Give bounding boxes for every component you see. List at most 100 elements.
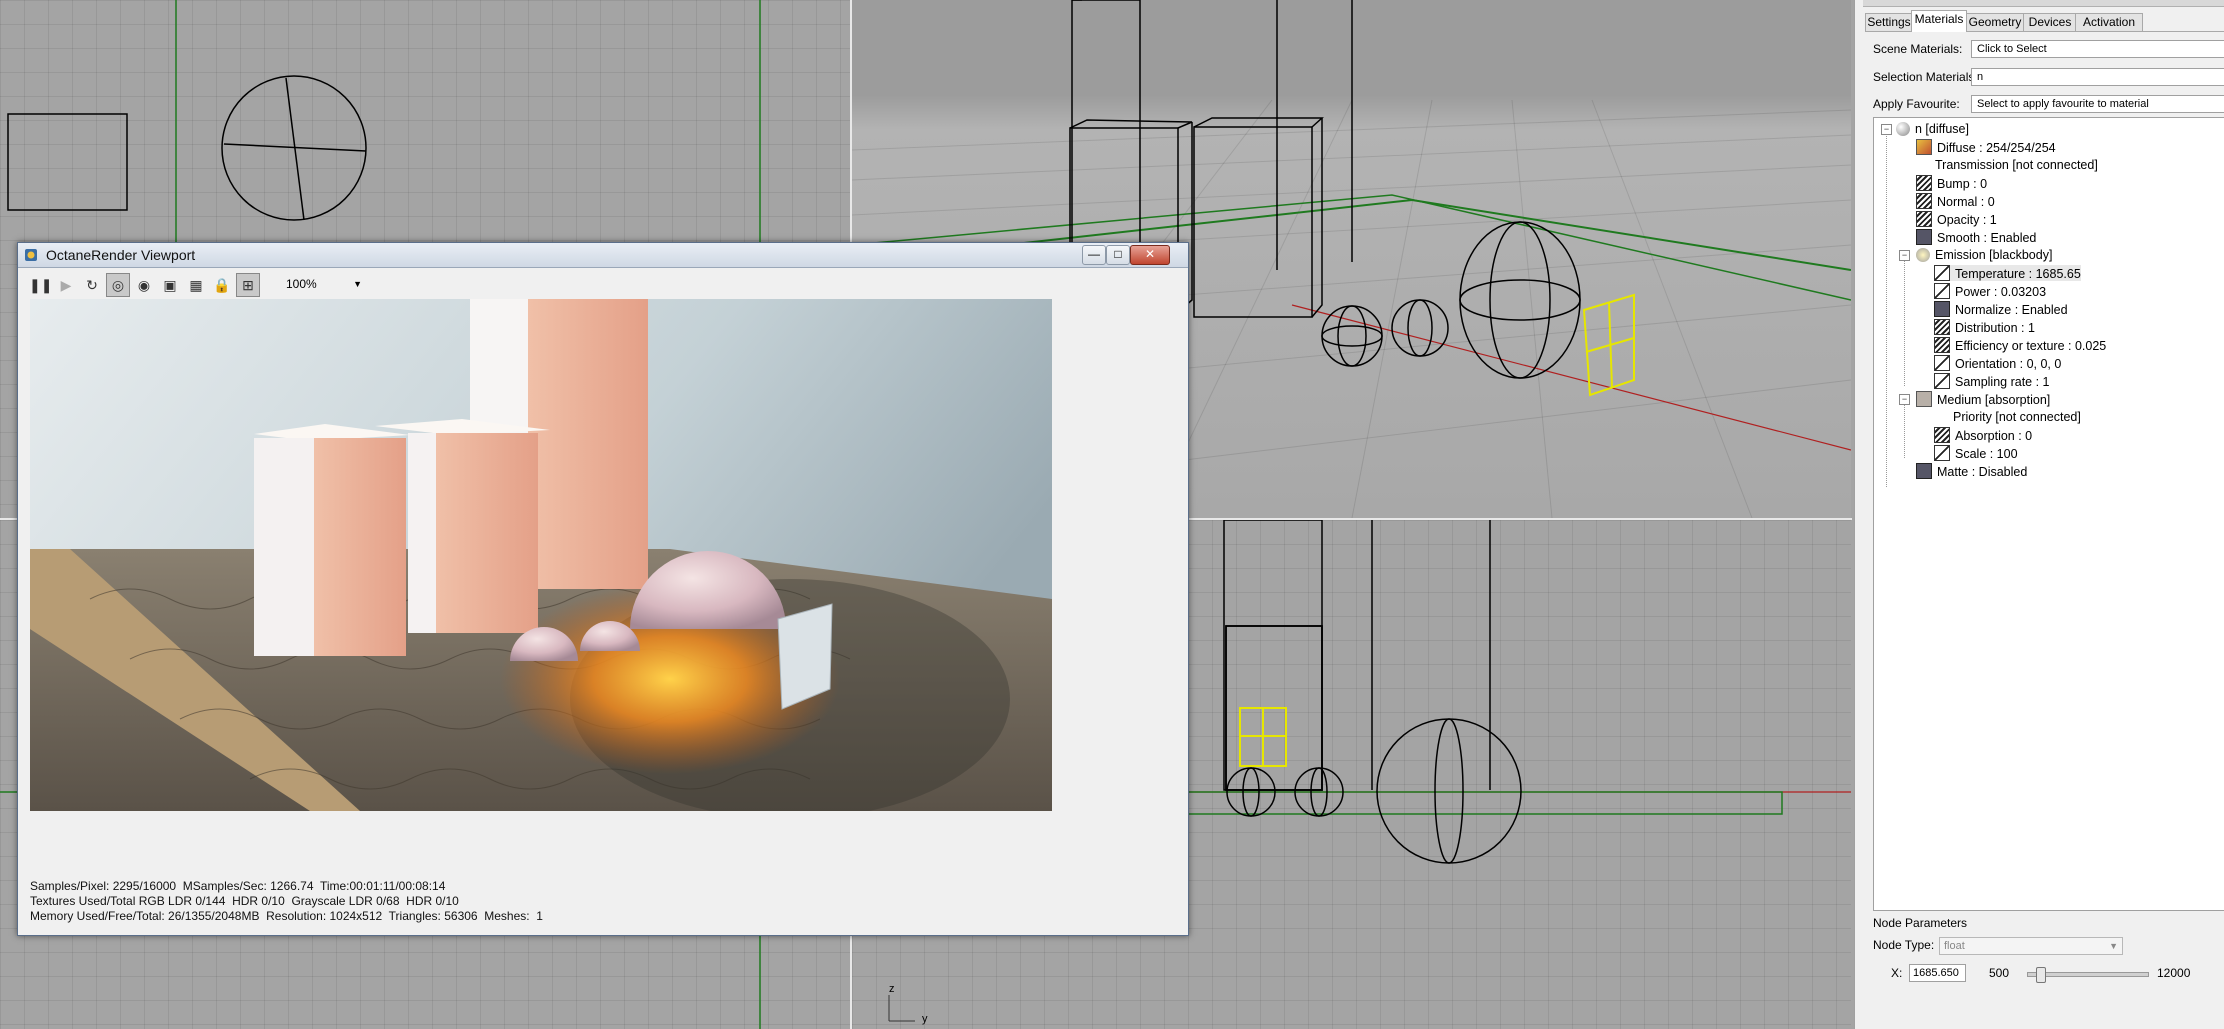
- fit-button[interactable]: ⊞: [236, 273, 260, 297]
- tree-item-temperature[interactable]: Temperature : 1685.65: [1934, 265, 2081, 281]
- scene-materials-label: Scene Materials:: [1873, 42, 1963, 56]
- x-value-slider[interactable]: [2027, 967, 2149, 983]
- selection-materials-label: Selection Materials:: [1873, 70, 1978, 84]
- float-value-icon: [1934, 373, 1950, 389]
- tab-activation[interactable]: Activation: [2075, 13, 2143, 31]
- tree-guide-line: [1886, 132, 1887, 487]
- float-texture-icon: [1916, 193, 1932, 209]
- slider-thumb[interactable]: [2036, 967, 2047, 983]
- tab-settings[interactable]: Settings: [1865, 13, 1913, 31]
- tree-item-distribution[interactable]: Distribution : 1: [1934, 319, 2035, 335]
- tree-item-efficiency[interactable]: Efficiency or texture : 0.025: [1934, 337, 2106, 353]
- minimize-button[interactable]: —: [1082, 245, 1106, 265]
- tab-materials[interactable]: Materials: [1911, 10, 1967, 32]
- pause-icon: ❚❚: [29, 277, 53, 293]
- tree-label: Normalize : Enabled: [1955, 303, 2068, 317]
- empty-slot-icon: [1916, 158, 1930, 172]
- tree-item-emission[interactable]: Emission [blackbody]: [1916, 247, 2052, 263]
- play-icon: ▶: [60, 277, 72, 293]
- scene-materials-field[interactable]: Click to Select: [1971, 40, 2224, 58]
- octane-title-bar[interactable]: OctaneRender Viewport — □ ✕: [18, 243, 1188, 268]
- tree-label: Efficiency or texture : 0.025: [1955, 339, 2107, 353]
- selection-materials-field[interactable]: n: [1971, 68, 2224, 86]
- bool-icon: [1916, 229, 1932, 245]
- tree-label: Matte : Disabled: [1937, 465, 2028, 479]
- pause-button[interactable]: ❚❚: [28, 273, 52, 297]
- render-scene: [30, 299, 1052, 811]
- status-memory: Memory Used/Free/Total: 26/1355/2048MB R…: [30, 909, 543, 923]
- tree-guide-line: [1904, 400, 1905, 458]
- focus-picker-button[interactable]: ◎: [106, 273, 130, 297]
- node-type-select[interactable]: float ▼: [1939, 937, 2123, 955]
- bool-icon: [1916, 463, 1932, 479]
- octane-viewport-window[interactable]: OctaneRender Viewport — □ ✕ ❚❚ ▶ ↻ ◎ ◉ ▣…: [17, 242, 1189, 936]
- tree-item-normalize[interactable]: Normalize : Enabled: [1934, 301, 2068, 317]
- region-button[interactable]: ▦: [184, 273, 208, 297]
- tree-label: Diffuse : 254/254/254: [1937, 141, 2056, 155]
- x-value-input[interactable]: 1685.650: [1909, 964, 1966, 982]
- tree-item-normal[interactable]: Normal : 0: [1916, 193, 1995, 209]
- lock-button[interactable]: 🔒: [210, 273, 234, 297]
- maximize-button[interactable]: □: [1106, 245, 1130, 265]
- tree-label: Absorption : 0: [1955, 429, 2033, 443]
- tree-item-scale[interactable]: Scale : 100: [1934, 445, 2018, 461]
- x-label: X:: [1891, 966, 1903, 980]
- render-statistics: Samples/Pixel: 2295/16000 MSamples/Sec: …: [30, 879, 543, 924]
- rgb-color-icon: [1916, 139, 1932, 155]
- tree-item-power[interactable]: Power : 0.03203: [1934, 283, 2046, 299]
- render-image[interactable]: [30, 299, 1052, 811]
- apply-favourite-label: Apply Favourite:: [1873, 97, 1960, 111]
- camera-button[interactable]: ▣: [158, 273, 182, 297]
- tree-label: Priority [not connected]: [1953, 410, 2081, 424]
- tree-label: Distribution : 1: [1955, 321, 2035, 335]
- node-type-label: Node Type:: [1873, 938, 1935, 952]
- tree-item-diffuse[interactable]: Diffuse : 254/254/254: [1916, 139, 2056, 155]
- tree-item-medium[interactable]: Medium [absorption]: [1916, 391, 2050, 407]
- axis-indicator: z y: [885, 983, 928, 1025]
- status-textures: Textures Used/Total RGB LDR 0/144 HDR 0/…: [30, 894, 459, 908]
- sphere-icon: [1896, 122, 1910, 136]
- material-node-tree[interactable]: − n [diffuse] Diffuse : 254/254/254 Tran…: [1873, 117, 2224, 911]
- material-picker-button[interactable]: ◉: [132, 273, 156, 297]
- float-texture-icon: [1934, 319, 1950, 335]
- tree-item-opacity[interactable]: Opacity : 1: [1916, 211, 1997, 227]
- float-value-icon: [1934, 265, 1950, 281]
- tree-item-smooth[interactable]: Smooth : Enabled: [1916, 229, 2036, 245]
- empty-slot-icon: [1934, 410, 1948, 424]
- tab-geometry[interactable]: Geometry: [1965, 13, 2025, 31]
- octane-window-title: OctaneRender Viewport: [46, 247, 196, 263]
- tree-label: Bump : 0: [1937, 177, 1988, 191]
- float-value-icon: [1934, 445, 1950, 461]
- tree-item-transmission[interactable]: Transmission [not connected]: [1916, 157, 2098, 173]
- collapse-toggle-material[interactable]: −: [1881, 124, 1892, 135]
- play-button[interactable]: ▶: [54, 273, 78, 297]
- slider-min-label: 500: [1989, 966, 2010, 980]
- status-samples: Samples/Pixel: 2295/16000 MSamples/Sec: …: [30, 879, 446, 893]
- tree-item-absorption[interactable]: Absorption : 0: [1934, 427, 2032, 443]
- zoom-select[interactable]: 100% ▼: [286, 274, 366, 294]
- chevron-down-icon: ▼: [2109, 941, 2118, 951]
- float-value-icon: [1934, 283, 1950, 299]
- tree-label: Orientation : 0, 0, 0: [1955, 357, 2062, 371]
- tree-item-matte[interactable]: Matte : Disabled: [1916, 463, 2027, 479]
- zoom-value: 100%: [286, 277, 317, 291]
- medium-icon: [1916, 391, 1932, 407]
- tree-item-bump[interactable]: Bump : 0: [1916, 175, 1987, 191]
- region-icon: ▦: [189, 277, 203, 293]
- restart-button[interactable]: ↻: [80, 273, 104, 297]
- tree-item-material[interactable]: n [diffuse]: [1896, 121, 1969, 137]
- tree-item-sampling-rate[interactable]: Sampling rate : 1: [1934, 373, 2050, 389]
- float-texture-icon: [1934, 337, 1950, 353]
- float-texture-icon: [1934, 427, 1950, 443]
- tab-devices[interactable]: Devices: [2023, 13, 2077, 31]
- tree-item-priority[interactable]: Priority [not connected]: [1934, 409, 2081, 425]
- collapse-toggle-emission[interactable]: −: [1899, 250, 1910, 261]
- collapse-toggle-medium[interactable]: −: [1899, 394, 1910, 405]
- axis-y-label: y: [922, 1013, 928, 1025]
- close-button[interactable]: ✕: [1130, 245, 1170, 265]
- tree-label: Scale : 100: [1955, 447, 2018, 461]
- lock-icon: 🔒: [213, 277, 231, 293]
- apply-favourite-field[interactable]: Select to apply favourite to material: [1971, 95, 2224, 113]
- tree-item-orientation[interactable]: Orientation : 0, 0, 0: [1934, 355, 2061, 371]
- axis-z-label: z: [889, 983, 895, 995]
